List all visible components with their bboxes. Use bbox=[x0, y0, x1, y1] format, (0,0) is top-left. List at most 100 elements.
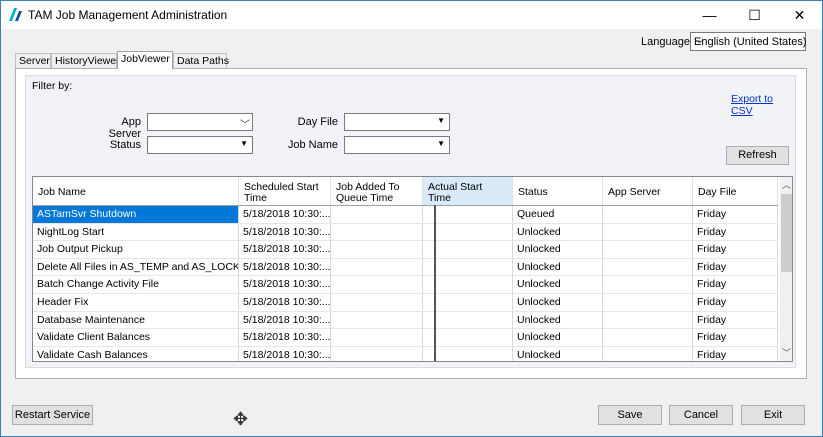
cell-app-server[interactable] bbox=[603, 329, 693, 347]
table-row[interactable]: Validate Cash Balances 5/18/2018 10:30:..… bbox=[33, 346, 778, 361]
cell-scheduled-start[interactable]: 5/18/2018 10:30:... bbox=[239, 258, 331, 276]
cell-scheduled-start[interactable]: 5/18/2018 10:30:... bbox=[239, 294, 331, 311]
cell-app-server[interactable] bbox=[603, 206, 693, 223]
cell-scheduled-start[interactable]: 5/18/2018 10:30:... bbox=[239, 346, 331, 361]
cell-app-server[interactable] bbox=[603, 294, 693, 311]
cell-job-name[interactable]: Validate Client Balances bbox=[33, 329, 239, 347]
close-button[interactable]: ✕ bbox=[777, 1, 822, 29]
title-bar[interactable]: TAM Job Management Administration — ☐ ✕ bbox=[1, 1, 822, 29]
language-select[interactable]: English (United States) ﹀ bbox=[690, 32, 807, 51]
cell-added-to-queue[interactable] bbox=[331, 241, 423, 259]
cell-actual-start[interactable] bbox=[423, 276, 513, 294]
table-row[interactable]: NightLog Start 5/18/2018 10:30:... Unlocke… bbox=[33, 223, 778, 242]
app-server-combo[interactable]: ﹀ bbox=[147, 113, 253, 131]
cell-scheduled-start[interactable]: 5/18/2018 10:30:... bbox=[239, 241, 331, 259]
column-header-job-name[interactable]: Job Name bbox=[33, 177, 239, 205]
table-row[interactable]: Validate Client Balances 5/18/2018 10:30:… bbox=[33, 329, 778, 347]
cell-day-file[interactable]: Friday bbox=[693, 294, 778, 311]
cell-added-to-queue[interactable] bbox=[331, 223, 423, 241]
grid-vertical-scrollbar[interactable]: ︿ ﹀ bbox=[780, 177, 792, 361]
table-row[interactable]: Database Maintenance 5/18/2018 10:30:... U… bbox=[33, 311, 778, 330]
table-row[interactable]: Batch Change Activity File 5/18/2018 10:3… bbox=[33, 276, 778, 294]
cell-day-file[interactable]: Friday bbox=[693, 329, 778, 347]
table-row[interactable]: ASTamSvr Shutdown 5/18/2018 10:30:... Queu… bbox=[33, 206, 778, 224]
cell-status[interactable]: Unlocked bbox=[513, 329, 603, 347]
tab-jobviewer[interactable]: JobViewer bbox=[117, 51, 173, 69]
maximize-button[interactable]: ☐ bbox=[732, 1, 777, 29]
cell-added-to-queue[interactable] bbox=[331, 311, 423, 329]
cell-actual-start[interactable] bbox=[423, 206, 513, 223]
cell-day-file[interactable]: Friday bbox=[693, 346, 778, 361]
save-button[interactable]: Save bbox=[598, 405, 662, 425]
tab-data-paths[interactable]: Data Paths bbox=[173, 53, 229, 68]
cell-job-name[interactable]: ASTamSvr Shutdown bbox=[33, 206, 239, 223]
scroll-up-icon[interactable]: ︿ bbox=[780, 177, 792, 193]
cell-added-to-queue[interactable] bbox=[331, 206, 423, 223]
cell-actual-start[interactable] bbox=[423, 223, 513, 241]
cell-actual-start[interactable] bbox=[423, 311, 513, 329]
cell-app-server[interactable] bbox=[603, 276, 693, 294]
cell-job-name[interactable]: Batch Change Activity File bbox=[33, 276, 239, 294]
cell-app-server[interactable] bbox=[603, 346, 693, 361]
exit-button[interactable]: Exit bbox=[741, 405, 805, 425]
column-header-status[interactable]: Status bbox=[513, 177, 603, 205]
cell-job-name[interactable]: Database Maintenance bbox=[33, 311, 239, 329]
cell-status[interactable]: Unlocked bbox=[513, 258, 603, 276]
cell-day-file[interactable]: Friday bbox=[693, 311, 778, 329]
table-row[interactable]: Job Output Pickup 5/18/2018 10:30:... Unlo… bbox=[33, 241, 778, 259]
cell-status[interactable]: Unlocked bbox=[513, 311, 603, 329]
scroll-thumb[interactable] bbox=[781, 194, 792, 272]
refresh-button[interactable]: Refresh bbox=[726, 146, 789, 165]
jobs-grid[interactable]: Job Name Scheduled Start Time Job Added … bbox=[32, 176, 793, 362]
cell-actual-start[interactable] bbox=[423, 258, 513, 276]
cell-added-to-queue[interactable] bbox=[331, 329, 423, 347]
cell-scheduled-start[interactable]: 5/18/2018 10:30:... bbox=[239, 329, 331, 347]
cell-job-name[interactable]: NightLog Start bbox=[33, 223, 239, 241]
cell-scheduled-start[interactable]: 5/18/2018 10:30:... bbox=[239, 223, 331, 241]
cell-actual-start[interactable] bbox=[423, 329, 513, 347]
cell-actual-start[interactable] bbox=[423, 241, 513, 259]
cell-day-file[interactable]: Friday bbox=[693, 241, 778, 259]
job-name-select[interactable]: ▼ bbox=[344, 136, 450, 154]
column-header-day-file[interactable]: Day File bbox=[693, 177, 778, 205]
scroll-down-icon[interactable]: ﹀ bbox=[780, 345, 792, 361]
cell-day-file[interactable]: Friday bbox=[693, 223, 778, 241]
cell-status[interactable]: Unlocked bbox=[513, 294, 603, 311]
cell-day-file[interactable]: Friday bbox=[693, 258, 778, 276]
cell-scheduled-start[interactable]: 5/18/2018 10:30:... bbox=[239, 311, 331, 329]
cell-actual-start[interactable] bbox=[423, 294, 513, 311]
table-row[interactable]: Header Fix 5/18/2018 10:30:... Unlocked Fri… bbox=[33, 294, 778, 312]
cell-added-to-queue[interactable] bbox=[331, 346, 423, 361]
cell-status[interactable]: Unlocked bbox=[513, 276, 603, 294]
column-header-scheduled-start[interactable]: Scheduled Start Time bbox=[239, 177, 331, 205]
minimize-button[interactable]: — bbox=[687, 1, 732, 29]
cell-job-name[interactable]: Validate Cash Balances bbox=[33, 346, 239, 361]
day-file-select[interactable]: ▼ bbox=[344, 113, 450, 131]
cell-app-server[interactable] bbox=[603, 241, 693, 259]
column-header-app-server[interactable]: App Server bbox=[603, 177, 693, 205]
table-row[interactable]: Delete All Files in AS_TEMP and AS_LOCK 5… bbox=[33, 258, 778, 277]
cell-added-to-queue[interactable] bbox=[331, 276, 423, 294]
cancel-button[interactable]: Cancel bbox=[669, 405, 733, 425]
cell-actual-start[interactable] bbox=[423, 346, 513, 361]
cell-job-name[interactable]: Job Output Pickup bbox=[33, 241, 239, 259]
cell-added-to-queue[interactable] bbox=[331, 258, 423, 276]
column-header-added-to-queue[interactable]: Job Added To Queue Time bbox=[331, 177, 423, 205]
status-select[interactable]: ▼ bbox=[147, 136, 253, 154]
cell-status[interactable]: Unlocked bbox=[513, 346, 603, 361]
cell-status[interactable]: Unlocked bbox=[513, 223, 603, 241]
cell-app-server[interactable] bbox=[603, 311, 693, 329]
column-header-actual-start[interactable]: Actual Start Time bbox=[423, 177, 513, 205]
restart-service-button[interactable]: Restart Service bbox=[12, 405, 93, 425]
cell-app-server[interactable] bbox=[603, 223, 693, 241]
cell-job-name[interactable]: Header Fix bbox=[33, 294, 239, 311]
cell-day-file[interactable]: Friday bbox=[693, 276, 778, 294]
cell-added-to-queue[interactable] bbox=[331, 294, 423, 311]
export-csv-link[interactable]: Export to CSV bbox=[731, 93, 795, 117]
cell-status[interactable]: Queued bbox=[513, 206, 603, 223]
cell-day-file[interactable]: Friday bbox=[693, 206, 778, 223]
tab-server[interactable]: Server bbox=[15, 53, 51, 68]
cell-scheduled-start[interactable]: 5/18/2018 10:30:... bbox=[239, 206, 331, 223]
cell-app-server[interactable] bbox=[603, 258, 693, 276]
tab-historyviewer[interactable]: HistoryViewer bbox=[51, 53, 120, 68]
